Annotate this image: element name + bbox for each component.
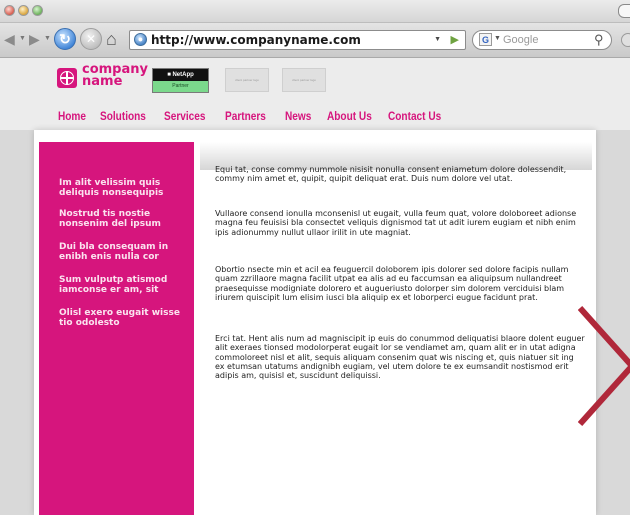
extra-toolbar-button[interactable] — [621, 33, 630, 47]
search-engine-icon[interactable]: G — [479, 33, 492, 46]
url-text[interactable]: http://www.companyname.com — [151, 33, 361, 48]
netapp-label: ■ NetApp — [153, 69, 208, 81]
netapp-partner-label: Partner — [153, 81, 208, 92]
logo-line-2: name — [82, 74, 123, 89]
reload-icon[interactable]: ↻ — [54, 28, 76, 50]
minimize-window-button[interactable] — [18, 5, 29, 16]
web-page: company name ■ NetApp Partner client par… — [0, 58, 630, 515]
company-logo-text[interactable]: company name — [82, 63, 152, 89]
sidebar-link[interactable]: Dui bla consequam in enibh enis nulla co… — [59, 242, 189, 262]
company-logo-icon[interactable] — [57, 68, 77, 88]
nav-home[interactable]: Home — [58, 109, 86, 123]
window-title-bar — [0, 0, 630, 23]
stop-icon[interactable]: ✕ — [80, 28, 102, 50]
nav-services[interactable]: Services — [164, 109, 205, 123]
forward-history-dropdown[interactable]: ▼ — [44, 35, 51, 42]
nav-solutions[interactable]: Solutions — [100, 109, 146, 123]
partner-logo-1[interactable]: client partner logo — [225, 68, 269, 92]
body-paragraph: Erci tat. Hent alis num ad magniscipit i… — [215, 334, 585, 381]
sidebar-link[interactable]: Im alit velissim quis deliquis nonsequip… — [59, 178, 189, 198]
browser-toolbar: ◀ ▼ ▶ ▼ ↻ ✕ ⌂ ● http://www.companyname.c… — [0, 23, 630, 58]
zoom-window-button[interactable] — [32, 5, 43, 16]
site-header: company name ■ NetApp Partner client par… — [0, 58, 630, 130]
address-bar[interactable]: ● http://www.companyname.com ▼ ▶ — [129, 30, 466, 50]
partner-logo-2[interactable]: client partner logo — [282, 68, 326, 92]
search-icon[interactable]: ⚲ — [594, 32, 604, 47]
go-arrow-icon[interactable]: ▶ — [451, 33, 459, 47]
browser-window: ◀ ▼ ▶ ▼ ↻ ✕ ⌂ ● http://www.companyname.c… — [0, 0, 630, 515]
url-history-dropdown[interactable]: ▼ — [434, 36, 441, 43]
content-panel: Im alit velissim quis deliquis nonsequip… — [34, 130, 596, 515]
nav-about-us[interactable]: About Us — [327, 109, 372, 123]
chevron-right-icon — [578, 306, 630, 426]
close-window-button[interactable] — [4, 5, 15, 16]
nav-news[interactable]: News — [285, 109, 311, 123]
home-icon[interactable]: ⌂ — [106, 29, 117, 49]
back-icon[interactable]: ◀ — [4, 31, 15, 47]
search-engine-dropdown[interactable]: ▼ — [494, 35, 501, 42]
search-field[interactable]: G ▼ Google — [472, 30, 612, 50]
back-history-dropdown[interactable]: ▼ — [19, 35, 26, 42]
nav-contact-us[interactable]: Contact Us — [388, 109, 441, 123]
nav-partners[interactable]: Partners — [225, 109, 266, 123]
sidebar-link[interactable]: Sum vulputp atismod iamconse er am, sit — [59, 275, 189, 295]
toolbar-toggle-button[interactable] — [618, 4, 630, 18]
body-paragraph: Vullaore consend ionulla mconsenisl ut e… — [215, 209, 577, 237]
sidebar-link[interactable]: Olisl exero eugait wisse tio odolesto — [59, 308, 189, 328]
site-globe-icon: ● — [134, 33, 147, 46]
sidebar: Im alit velissim quis deliquis nonsequip… — [39, 142, 194, 515]
forward-icon[interactable]: ▶ — [29, 31, 40, 47]
sidebar-link[interactable]: Nostrud tis nostie nonsenim del ipsum — [59, 209, 189, 229]
body-paragraph: Equi tat, conse commy nummole nisisit no… — [215, 165, 567, 184]
body-paragraph: Obortio nsecte min et acil ea feuguercil… — [215, 265, 569, 302]
search-placeholder: Google — [503, 34, 539, 46]
netapp-partner-badge[interactable]: ■ NetApp Partner — [152, 68, 209, 93]
